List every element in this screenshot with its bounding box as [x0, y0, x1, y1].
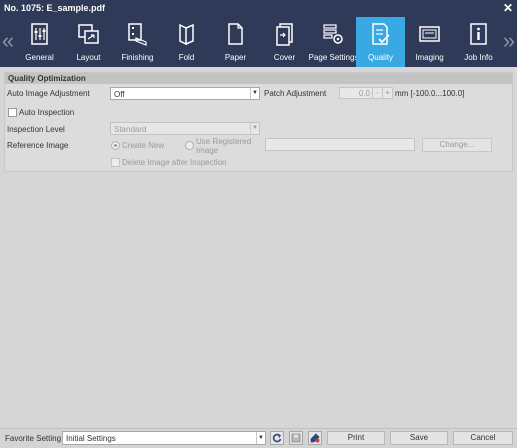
tab-page-settings[interactable]: Page Settings	[309, 17, 358, 67]
tab-fold[interactable]: Fold	[162, 17, 211, 67]
paper-icon	[228, 23, 243, 45]
delete-image-after-inspection-label: Delete Image after Inspection	[122, 158, 227, 167]
favorite-setting-label: Favorite Setting	[5, 434, 62, 443]
chevron-down-icon: ▼	[250, 123, 259, 134]
auto-inspection-label: Auto Inspection	[19, 108, 75, 117]
job-info-icon	[470, 23, 487, 45]
inspection-level-select[interactable]: Standard ▼	[110, 122, 260, 135]
chevron-right-icon[interactable]: »	[501, 17, 517, 67]
use-registered-image-label-line2: Image	[196, 146, 219, 155]
chevron-down-icon: ▼	[256, 432, 265, 444]
tab-layout[interactable]: Layout	[64, 17, 113, 67]
increment-button: +	[382, 88, 392, 98]
create-new-label: Create New	[122, 141, 165, 150]
select-value: Off	[114, 90, 125, 99]
tab-ribbon: « General Layout Finishing Fold Paper Co…	[0, 17, 517, 67]
imaging-icon	[419, 26, 440, 42]
edit-favorite-button[interactable]	[308, 431, 322, 445]
print-button[interactable]: Print	[327, 431, 385, 445]
auto-image-adjustment-label: Auto Image Adjustment	[7, 89, 90, 98]
quality-icon	[372, 23, 390, 45]
favorite-setting-select[interactable]: Initial Settings ▼	[62, 431, 266, 445]
select-value: Initial Settings	[66, 434, 116, 443]
floppy-disk-icon	[291, 433, 301, 443]
save-favorite-button[interactable]	[289, 431, 303, 445]
auto-inspection-checkbox[interactable]	[8, 108, 17, 117]
cover-icon	[276, 23, 293, 46]
section-header: Quality Optimization	[5, 73, 512, 84]
tab-job-info[interactable]: Job Info	[454, 17, 503, 67]
auto-image-adjustment-select[interactable]: Off ▼	[110, 87, 260, 100]
close-icon[interactable]: ✕	[503, 1, 513, 15]
tab-cover[interactable]: Cover	[260, 17, 309, 67]
layout-icon	[78, 24, 99, 44]
patch-adjustment-value: 0.0	[358, 89, 370, 98]
fold-icon	[179, 23, 194, 46]
window-title: No. 1075: E_sample.pdf	[4, 3, 106, 13]
select-value: Standard	[114, 125, 147, 134]
reference-image-path-field[interactable]	[265, 138, 415, 151]
create-new-radio[interactable]	[111, 141, 120, 150]
tab-quality[interactable]: Quality	[356, 17, 405, 67]
tab-paper[interactable]: Paper	[211, 17, 260, 67]
reference-image-label: Reference Image	[7, 141, 69, 150]
finishing-icon	[128, 23, 147, 46]
chevron-down-icon: ▼	[250, 88, 259, 99]
tab-general[interactable]: General	[15, 17, 64, 67]
change-button[interactable]: Change...	[422, 138, 492, 152]
inspection-level-label: Inspection Level	[7, 125, 65, 134]
patch-adjustment-range: mm [-100.0...100.0]	[395, 89, 465, 98]
title-bar: No. 1075: E_sample.pdf ✕	[0, 0, 517, 17]
section-title: Quality Optimization	[8, 74, 86, 83]
page-settings-icon	[323, 24, 343, 44]
save-button[interactable]: Save	[390, 431, 448, 445]
general-icon	[31, 23, 48, 45]
tab-finishing[interactable]: Finishing	[113, 17, 162, 67]
radio-dot	[114, 144, 117, 147]
footer-bar: Favorite Setting Initial Settings ▼ Prin…	[0, 428, 517, 448]
refresh-button[interactable]	[270, 431, 284, 445]
delete-image-after-inspection-checkbox[interactable]	[111, 158, 120, 167]
quality-optimization-section: Quality Optimization Auto Image Adjustme…	[4, 72, 513, 172]
settings-edit-icon	[310, 433, 320, 443]
use-registered-image-label: Use Registered	[196, 137, 252, 146]
patch-adjustment-label: Patch Adjustment	[264, 89, 327, 98]
tab-imaging[interactable]: Imaging	[405, 17, 454, 67]
patch-adjustment-stepper: 0.0 - +	[339, 87, 393, 99]
tab-label: Job Info	[464, 53, 493, 62]
decrement-button: -	[372, 88, 382, 98]
refresh-icon	[272, 433, 282, 443]
use-registered-image-radio[interactable]	[185, 141, 194, 150]
cancel-button[interactable]: Cancel	[453, 431, 513, 445]
